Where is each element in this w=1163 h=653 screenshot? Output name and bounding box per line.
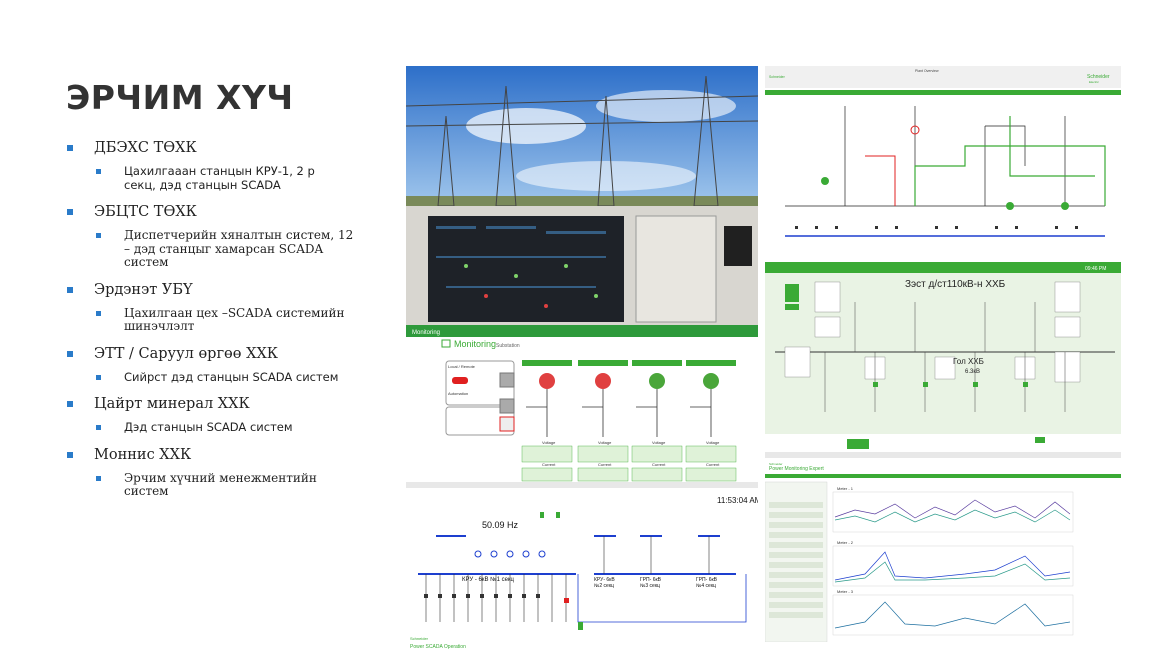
svg-text:Local / Remote: Local / Remote [448,364,476,369]
sub-bullet: Цахилгаан цех –SCADA системийн шинэчлэлт [66,306,386,334]
bullet-item: Эрдэнэт УБҮ [66,282,386,298]
svg-text:Current: Current [706,462,720,467]
bullet-square-icon [96,310,101,316]
svg-text:Current: Current [652,462,666,467]
svg-text:Гол ХХБ: Гол ХХБ [953,357,984,366]
substation-title: Зэст д/ст110кВ-н ХХБ [905,279,1006,290]
control-room-photo: Monitoring [406,66,758,337]
svg-text:Electric: Electric [1089,80,1099,84]
svg-text:Current: Current [598,462,612,467]
svg-text:09:46 PM: 09:46 PM [1085,266,1106,272]
svg-text:Voltage: Voltage [542,440,556,445]
slide-title: ЭРЧИМ ХҮЧ [66,78,294,117]
svg-text:Meter - 2: Meter - 2 [837,540,854,545]
bullet-square-icon [96,425,101,430]
svg-text:Schneider: Schneider [410,636,429,641]
sub-bullet: Сийрст дэд станцын SCADA систем [66,370,386,385]
bullet-item: Цайрт минерал ХХК [66,396,386,412]
sub-bullet: Диспетчерийн хяналтын систем, 12– дэд ст… [66,228,386,270]
svg-text:Voltage: Voltage [652,440,666,445]
svg-text:Schneider: Schneider [769,75,786,79]
svg-text:КРУ - 6кВ №1 секц: КРУ - 6кВ №1 секц [462,576,515,583]
svg-text:Voltage: Voltage [598,440,612,445]
bullet-item: ЭТТ / Саруул өргөө ХХК [66,346,386,362]
bullet-square-icon [67,209,73,215]
bullet-square-icon [67,350,73,357]
clock-readout: 11:53:04 AM [717,496,758,505]
bullet-square-icon [67,451,73,458]
sub-bullet: Эрчим хүчний менежментийн систем [66,471,386,499]
svg-text:№2 секц: №2 секц [594,583,614,589]
monitoring-subtitle: Substation [496,343,520,349]
bullet-square-icon [96,233,101,238]
bullet-item: ЭБЦТС ТӨХК [66,204,386,220]
svg-text:Current: Current [542,462,556,467]
frequency-readout: 50.09 Hz [482,520,519,530]
bullet-list: ДБЭХС ТӨХК Цахилгааан станцын КРУ-1, 2 р… [66,140,386,511]
scada-single-line-screen: 11:53:04 AM 50.09 Hz КРУ - 6кВ №1 секц К… [406,482,758,653]
substation-screen: 09:46 PM Зэст д/ст110кВ-н ХХБ Гол ХХБ 6.… [765,262,1121,452]
svg-text:6.3кВ: 6.3кВ [965,369,980,375]
monitoring-title: Monitoring [454,339,496,349]
sub-bullet: Дэд станцын SCADA систем [66,420,386,435]
svg-text:Voltage: Voltage [706,440,720,445]
svg-text:Plant Overview: Plant Overview [915,69,939,73]
bullet-square-icon [96,475,101,481]
svg-text:Automation: Automation [448,391,468,396]
power-scada-brand: Power SCADA Operation [410,644,466,650]
plant-overview-screen: Plant Overview Schneider Schneider Elect… [765,66,1121,261]
monitoring-screen: Monitoring Substation Local / Remote Aut… [406,337,758,482]
power-monitoring-expert-screen: Schneider Power Monitoring Expert Meter … [765,452,1121,642]
bullet-item: Моннис ХХК [66,447,386,463]
svg-text:Meter - 1: Meter - 1 [837,486,854,491]
svg-text:Meter - 3: Meter - 3 [837,589,854,594]
bullet-square-icon [67,145,73,151]
sub-bullet: Цахилгааан станцын КРУ-1, 2 р секц, дэд с… [66,164,386,192]
bullet-item: ДБЭХС ТӨХК [66,140,386,156]
pme-brand: Power Monitoring Expert [769,466,824,472]
bullet-square-icon [67,286,73,293]
svg-text:№3 секц: №3 секц [640,583,660,589]
monitoring-tab-label: Monitoring [412,330,440,336]
svg-text:№4 секц: №4 секц [696,583,716,589]
bullet-square-icon [96,169,101,174]
bullet-square-icon [96,374,101,380]
bullet-square-icon [67,401,73,407]
